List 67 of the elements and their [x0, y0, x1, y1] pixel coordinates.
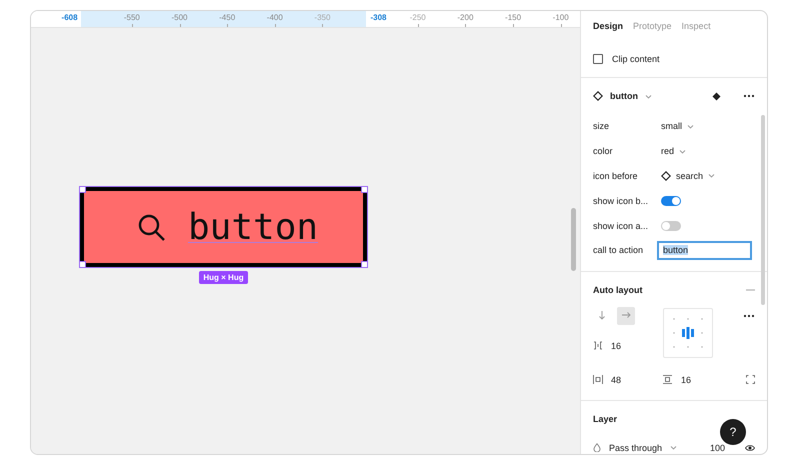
down-arrow-icon	[598, 311, 606, 320]
ruler-label: -450	[219, 13, 236, 22]
eye-icon	[745, 444, 755, 452]
dropdown-value[interactable]: search	[676, 170, 704, 181]
padding-value[interactable]: 48	[611, 374, 622, 385]
ruler-label: -200	[457, 13, 474, 22]
diamond-icon	[661, 170, 671, 181]
caret-icon	[644, 94, 652, 98]
direction-button[interactable]	[617, 306, 635, 325]
dropdown-value[interactable]: small	[661, 121, 682, 132]
section-title: Auto layout	[593, 284, 642, 295]
size-badge: Hug × Hug	[199, 271, 248, 284]
more-icon	[743, 314, 755, 318]
blend-icon	[593, 443, 601, 452]
caret-icon	[687, 124, 694, 129]
help-button[interactable]: ?	[720, 419, 746, 445]
ruler-label: -100	[552, 13, 569, 22]
padding-toggle-icon	[746, 375, 755, 384]
caret-icon	[670, 445, 678, 450]
spacing-value[interactable]: 16	[611, 340, 622, 351]
ruler-label: -350	[314, 13, 330, 22]
property-label: show icon b...	[593, 196, 650, 206]
spacing-icon	[593, 341, 603, 350]
dropdown-value[interactable]: red	[661, 146, 674, 156]
blend-mode-dropdown[interactable]: Pass through	[609, 442, 662, 453]
button-component[interactable]: button	[80, 187, 367, 267]
more-icon	[743, 94, 755, 98]
ruler-label: -400	[266, 13, 283, 22]
right-arrow-icon	[622, 311, 630, 320]
resize-handle[interactable]	[361, 261, 368, 268]
resize-handle[interactable]	[79, 261, 86, 268]
opacity-value[interactable]: 100	[710, 442, 725, 453]
button-label: button	[188, 206, 318, 248]
resize-handle[interactable]	[79, 186, 86, 193]
property-label: show icon a...	[593, 220, 650, 231]
ruler-label: -308	[370, 13, 386, 22]
checkbox[interactable]	[593, 54, 603, 64]
panel-tab[interactable]: Design	[593, 21, 624, 31]
property-label: icon before	[593, 170, 639, 181]
vertical-padding-icon	[663, 375, 673, 384]
caret-icon	[708, 173, 716, 178]
alignment-grid[interactable]	[663, 308, 713, 358]
diamond-icon	[593, 91, 603, 101]
field-value: button	[663, 245, 688, 256]
property-label: size	[593, 121, 610, 132]
component-name: button	[610, 91, 638, 101]
scrollbar[interactable]	[761, 115, 765, 305]
resize-handle[interactable]	[361, 186, 368, 193]
property-label: call to action	[593, 245, 644, 256]
checkbox-label: Clip content	[612, 54, 660, 64]
search-icon	[137, 212, 166, 242]
caret-icon	[679, 148, 686, 154]
toggle-switch[interactable]	[661, 196, 681, 206]
text-field[interactable]: button	[657, 240, 752, 260]
ruler-label: -608	[62, 13, 78, 22]
ruler-label: -150	[505, 13, 522, 22]
ruler-label: -550	[124, 13, 140, 22]
collapse-icon	[746, 288, 755, 291]
toggle-switch[interactable]	[661, 220, 681, 231]
section-title: Layer	[593, 414, 618, 424]
scrollbar[interactable]	[571, 208, 576, 271]
ruler-label: -250	[410, 13, 426, 22]
component-icon	[712, 92, 721, 100]
property-label: color	[593, 146, 614, 156]
horizontal-padding-icon	[593, 375, 603, 384]
ruler-label: -500	[172, 13, 188, 22]
padding-value[interactable]: 16	[681, 374, 692, 385]
